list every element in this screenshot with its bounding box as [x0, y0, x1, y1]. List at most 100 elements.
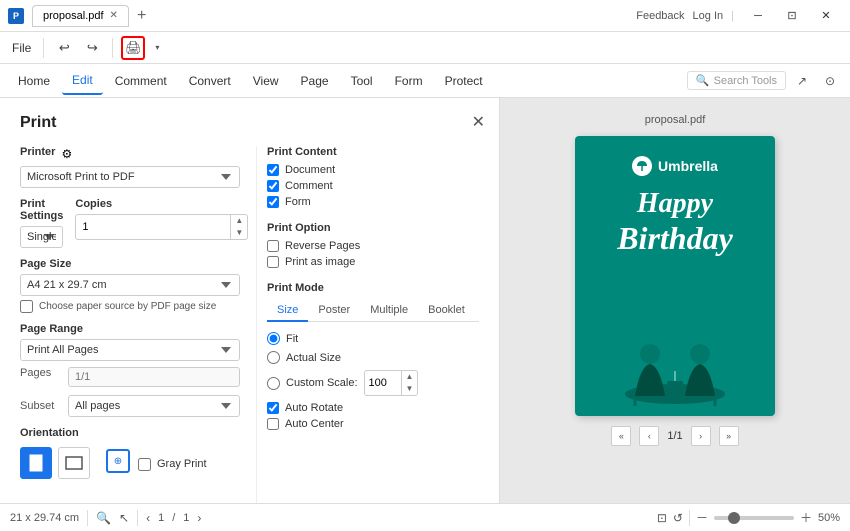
close-button[interactable]: ✕ — [810, 4, 842, 28]
landscape-button[interactable] — [58, 447, 90, 479]
printer-select[interactable]: Microsoft Print to PDF — [20, 166, 240, 188]
scale-down-button[interactable]: ▼ — [402, 383, 418, 395]
copies-down-button[interactable]: ▼ — [231, 227, 247, 239]
actual-size-radio-row: Actual Size — [267, 351, 479, 364]
copies-label: Copies — [75, 198, 248, 210]
help-icon-button[interactable]: ⊙ — [818, 69, 842, 93]
tab-close-icon[interactable]: ✕ — [110, 10, 118, 21]
toolbar-separator-1 — [43, 38, 44, 58]
next-page-button[interactable]: › — [691, 426, 711, 446]
page-size-select[interactable]: A4 21 x 29.7 cm — [20, 274, 240, 296]
reverse-pages-checkbox[interactable] — [267, 240, 279, 252]
comment-checkbox[interactable] — [267, 180, 279, 192]
page-size-label: Page Size — [20, 258, 240, 270]
scale-up-button[interactable]: ▲ — [402, 371, 418, 383]
document-check-row: Document — [267, 164, 479, 176]
status-page-total: 1 — [183, 512, 189, 524]
print-dropdown-icon[interactable]: ▾ — [149, 36, 165, 60]
tab-area: P proposal.pdf ✕ + — [8, 5, 150, 27]
printer-label: Printer — [20, 146, 55, 158]
choose-paper-checkbox[interactable] — [20, 300, 33, 313]
zoom-plus-button[interactable]: ＋ — [800, 509, 812, 526]
expand-nav-button[interactable]: ⊕ — [106, 449, 130, 473]
menu-convert[interactable]: Convert — [179, 68, 241, 94]
rotate-button[interactable]: ↺ — [673, 511, 683, 525]
print-button[interactable]: 🖨 — [121, 36, 145, 60]
menu-protect[interactable]: Protect — [435, 68, 493, 94]
orientation-section: Orientation — [20, 427, 240, 479]
zoom-minus-button[interactable]: － — [696, 509, 708, 526]
page-range-select[interactable]: Print All Pages — [20, 339, 240, 361]
auto-rotate-checkbox[interactable] — [267, 402, 279, 414]
zoom-slider[interactable] — [714, 516, 794, 520]
print-button-wrap: Print — [20, 495, 240, 503]
settings-gear-icon[interactable]: ⚙ — [61, 147, 72, 161]
comment-label: Comment — [285, 180, 333, 192]
nav-forward-button[interactable]: › — [197, 511, 201, 525]
status-page-current: 1 — [158, 512, 164, 524]
expand-icon: ⊕ — [114, 456, 122, 467]
mode-tab-booklet[interactable]: Booklet — [418, 300, 475, 322]
form-checkbox[interactable] — [267, 196, 279, 208]
auto-center-checkbox[interactable] — [267, 418, 279, 430]
document-tab[interactable]: proposal.pdf ✕ — [32, 5, 129, 27]
auto-center-row: Auto Center — [267, 418, 479, 430]
nav-back-button[interactable]: ‹ — [146, 511, 150, 525]
umbrella-icon — [632, 156, 652, 176]
share-icon-button[interactable]: ↗ — [790, 69, 814, 93]
feedback-label[interactable]: Feedback — [636, 10, 684, 22]
scale-input-wrap: ▲ ▼ — [364, 370, 419, 396]
print-as-image-checkbox[interactable] — [267, 256, 279, 268]
fit-radio[interactable] — [267, 332, 280, 345]
scale-input[interactable] — [365, 374, 401, 392]
fit-page-button[interactable]: ⊡ — [657, 511, 667, 525]
menu-comment[interactable]: Comment — [105, 68, 177, 94]
title-bar: P proposal.pdf ✕ + Feedback Log In | ─ ⊡… — [0, 0, 850, 32]
file-label[interactable]: File — [8, 41, 35, 55]
status-separator-2 — [137, 510, 138, 526]
actual-size-radio[interactable] — [267, 351, 280, 364]
pages-input[interactable] — [68, 367, 240, 387]
zoom-out-button[interactable]: 🔍 — [96, 511, 111, 525]
menu-page[interactable]: Page — [291, 68, 339, 94]
last-page-button[interactable]: » — [719, 426, 739, 446]
status-separator-1 — [87, 510, 88, 526]
print-settings-select[interactable]: Single side — [20, 226, 63, 248]
choose-paper-row: Choose paper source by PDF page size — [20, 300, 240, 313]
mode-tab-multiple[interactable]: Multiple — [360, 300, 418, 322]
redo-button[interactable]: ↪ — [80, 36, 104, 60]
print-as-image-row: Print as image — [267, 256, 479, 268]
search-tools-input[interactable]: 🔍 Search Tools — [687, 71, 786, 90]
happy-text: Happy — [637, 188, 713, 220]
status-separator-3 — [689, 510, 690, 526]
actual-size-label: Actual Size — [286, 352, 341, 364]
copies-up-button[interactable]: ▲ — [231, 215, 247, 227]
document-checkbox[interactable] — [267, 164, 279, 176]
portrait-button[interactable] — [20, 447, 52, 479]
menu-home[interactable]: Home — [8, 68, 60, 94]
minimize-button[interactable]: ─ — [742, 4, 774, 28]
printer-section: Printer ⚙ Microsoft Print to PDF — [20, 146, 240, 188]
copies-input[interactable] — [76, 217, 230, 237]
new-tab-button[interactable]: + — [133, 7, 150, 25]
menu-edit[interactable]: Edit — [62, 67, 103, 95]
restore-button[interactable]: ⊡ — [776, 4, 808, 28]
first-page-button[interactable]: « — [611, 426, 631, 446]
gray-print-checkbox[interactable] — [138, 458, 151, 471]
preview-navigation: « ‹ 1/1 › » — [611, 426, 738, 446]
menu-view[interactable]: View — [243, 68, 289, 94]
mode-tab-size[interactable]: Size — [267, 300, 308, 322]
login-label[interactable]: Log In — [693, 10, 724, 22]
toolbar: File ↩ ↪ 🖨 ▾ — [0, 32, 850, 64]
menu-bar: Home Edit Comment Convert View Page Tool… — [0, 64, 850, 98]
undo-button[interactable]: ↩ — [52, 36, 76, 60]
prev-page-button[interactable]: ‹ — [639, 426, 659, 446]
subset-select[interactable]: All pages — [68, 395, 240, 417]
close-dialog-button[interactable]: ✕ — [472, 112, 485, 132]
form-check-row: Form — [267, 196, 479, 208]
mode-tab-poster[interactable]: Poster — [308, 300, 360, 322]
cursor-tool-button[interactable]: ↖ — [119, 511, 129, 525]
custom-scale-radio[interactable] — [267, 377, 280, 390]
menu-form[interactable]: Form — [385, 68, 433, 94]
menu-tool[interactable]: Tool — [341, 68, 383, 94]
